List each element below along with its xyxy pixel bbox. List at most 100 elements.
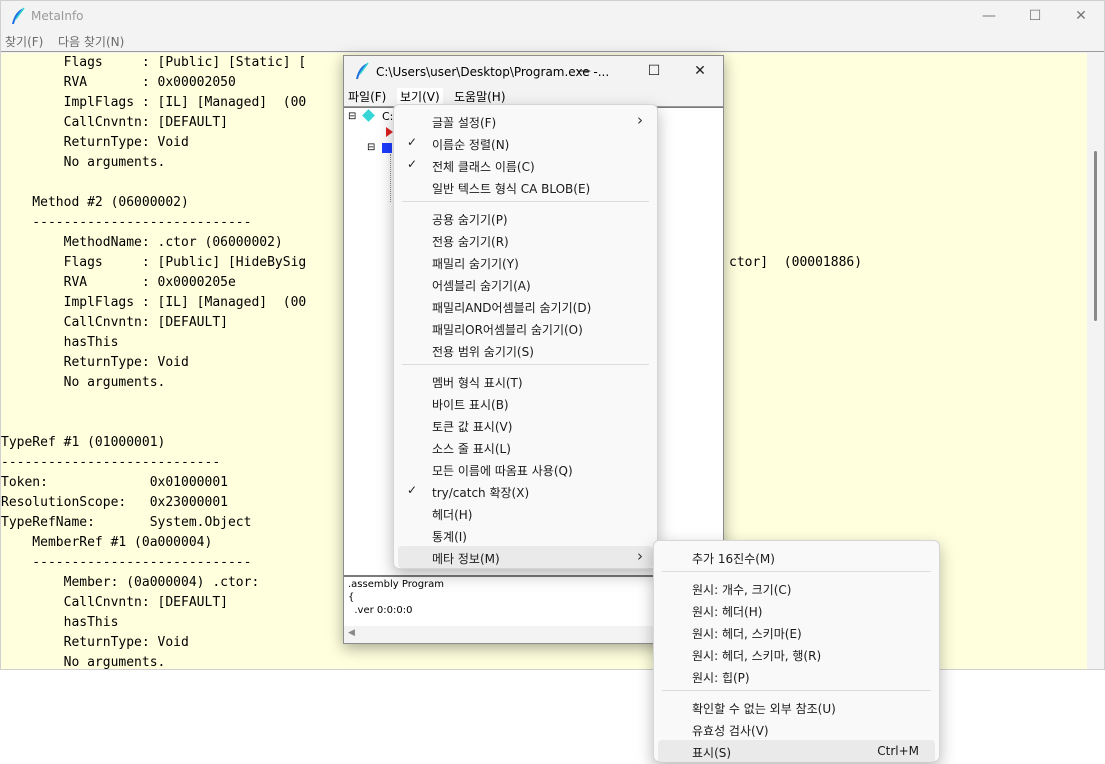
text-line: TypeRefName: System.Object <box>1 515 252 530</box>
menu-item-label: 공용 숨기기(P) <box>432 213 508 227</box>
meta-submenu-item-확인할-수-없는-외부-참조[interactable]: 확인할 수 없는 외부 참조(U) <box>658 696 935 718</box>
view-menu-item-어셈블리-숨기기[interactable]: 어셈블리 숨기기(A) <box>398 273 653 295</box>
minimize-button[interactable]: — <box>966 1 1012 31</box>
menu-help[interactable]: 도움말(H) <box>454 88 506 105</box>
menu-item-label: 토큰 값 표시(V) <box>432 420 513 434</box>
menu-item-label: 멤버 형식 표시(T) <box>432 376 523 390</box>
text-line: ---------------------------- <box>1 455 221 470</box>
view-menu-item-패밀리or어셈블리-숨기기[interactable]: 패밀리OR어셈블리 숨기기(O) <box>398 317 653 339</box>
text-line: CallCnvntn: [DEFAULT] <box>1 115 228 130</box>
text-line: No arguments. <box>1 375 166 390</box>
menu-separator <box>662 571 931 572</box>
ildasm-titlebar[interactable]: C:\Users\user\Desktop\Program.exe -... —… <box>344 56 723 86</box>
scrollbar-thumb[interactable] <box>1094 151 1097 321</box>
menu-item-label: 원시: 헤더(H) <box>692 605 763 619</box>
expand-toggle-icon[interactable]: ⊟ <box>367 142 375 153</box>
menu-item-label: try/catch 확장(X) <box>432 486 530 500</box>
view-menu-item-패밀리-숨기기[interactable]: 패밀리 숨기기(Y) <box>398 251 653 273</box>
text-line: Flags : [Public] [HideBySig <box>1 255 307 270</box>
view-menu-item-멤버-형식-표시[interactable]: 멤버 형식 표시(T) <box>398 370 653 392</box>
menu-find-next[interactable]: 다음 찾기(N) <box>58 33 124 50</box>
namespace-icon <box>382 143 392 153</box>
view-menu-item-모든-이름에-따옴표-사용[interactable]: 모든 이름에 따옴표 사용(Q) <box>398 458 653 480</box>
menu-item-label: 통계(I) <box>432 530 467 544</box>
text-line-fragment: ctor] (00001886) <box>729 255 863 270</box>
text-line: Member: (0a000004) .ctor: <box>1 575 260 590</box>
view-menu-item-전용-숨기기[interactable]: 전용 숨기기(R) <box>398 229 653 251</box>
meta-submenu-item-원시-헤더[interactable]: 원시: 헤더(H) <box>658 599 935 621</box>
menu-item-label: 전체 클래스 이름(C) <box>432 160 535 174</box>
close-button[interactable]: ✕ <box>677 56 723 86</box>
menu-separator <box>402 201 649 202</box>
vertical-scrollbar[interactable] <box>1087 53 1104 669</box>
checkmark-icon: ✓ <box>407 483 418 497</box>
meta-submenu-item-유효성-검사[interactable]: 유효성 검사(V) <box>658 718 935 740</box>
view-menu-item-바이트-표시[interactable]: 바이트 표시(B) <box>398 392 653 414</box>
feather-app-icon <box>356 62 369 79</box>
menu-item-label: 패밀리AND어셈블리 숨기기(D) <box>432 301 592 315</box>
assembly-diamond-icon <box>362 109 375 122</box>
output-line: { <box>348 592 355 603</box>
menu-item-label: 이름순 정렬(N) <box>432 138 510 152</box>
text-line: No arguments. <box>1 655 166 669</box>
menu-file[interactable]: 파일(F) <box>348 88 386 105</box>
text-line: ---------------------------- <box>1 555 252 570</box>
view-menu-item-전용-범위-숨기기[interactable]: 전용 범위 숨기기(S) <box>398 339 653 361</box>
text-line: ReturnType: Void <box>1 135 189 150</box>
text-line: MethodName: .ctor (06000002) <box>1 235 283 250</box>
view-menu-item-토큰-값-표시[interactable]: 토큰 값 표시(V) <box>398 414 653 436</box>
menu-item-label: 메타 정보(M) <box>432 552 500 566</box>
minimize-button[interactable]: — <box>561 56 607 86</box>
text-line: RVA : 0x0000205e <box>1 275 236 290</box>
output-line: .assembly Program <box>348 579 445 590</box>
view-menu-item-전체-클래스-이름[interactable]: ✓ 전체 클래스 이름(C) <box>398 154 653 176</box>
maximize-button[interactable]: ☐ <box>631 56 677 86</box>
text-line: ReturnType: Void <box>1 355 189 370</box>
metainfo-menubar: 찾기(F) 다음 찾기(N) <box>1 31 1104 52</box>
menu-item-label: 원시: 헤더, 스키마, 행(R) <box>692 649 822 663</box>
menu-item-label: 모든 이름에 따옴표 사용(Q) <box>432 464 573 478</box>
text-line: CallCnvntn: [DEFAULT] <box>1 595 228 610</box>
scroll-left-icon[interactable]: ◀ <box>348 628 355 638</box>
meta-submenu-item-원시-힙[interactable]: 원시: 힙(P) <box>658 665 935 687</box>
text-line: ---------------------------- <box>1 215 252 230</box>
menu-view[interactable]: 보기(V) <box>397 88 443 105</box>
view-menu-item-헤더[interactable]: 헤더(H) <box>398 502 653 524</box>
view-menu: 글꼴 설정(F) › ✓ 이름순 정렬(N) ✓ 전체 클래스 이름(C) 일반 텍스트 형… <box>393 104 658 569</box>
menu-item-label: 표시(S) <box>692 746 732 760</box>
view-menu-item-패밀리and어셈블리-숨기기[interactable]: 패밀리AND어셈블리 숨기기(D) <box>398 295 653 317</box>
text-line: Flags : [Public] [Static] [ <box>1 55 307 70</box>
tree-root-label[interactable]: C: <box>382 110 393 123</box>
text-line: No arguments. <box>1 155 166 170</box>
menu-item-label: 패밀리 숨기기(Y) <box>432 257 519 271</box>
close-button[interactable]: ✕ <box>1058 1 1104 31</box>
view-menu-item-공용-숨기기[interactable]: 공용 숨기기(P) <box>398 207 653 229</box>
menu-shortcut: Ctrl+M <box>877 744 919 758</box>
meta-submenu-item-원시-헤더-스키마[interactable]: 원시: 헤더, 스키마(E) <box>658 621 935 643</box>
view-menu-item-메타-정보[interactable]: 메타 정보(M) › <box>398 546 653 568</box>
view-menu-item-일반-텍스트-형식-ca-blob[interactable]: 일반 텍스트 형식 CA BLOB(E) <box>398 176 653 198</box>
meta-submenu-item-원시-헤더-스키마-행[interactable]: 원시: 헤더, 스키마, 행(R) <box>658 643 935 665</box>
checkmark-icon: ✓ <box>407 135 418 149</box>
maximize-button[interactable]: ☐ <box>1012 1 1058 31</box>
view-menu-item-글꼴-설정[interactable]: 글꼴 설정(F) › <box>398 110 653 132</box>
menu-item-label: 패밀리OR어셈블리 숨기기(O) <box>432 323 583 337</box>
submenu-arrow-icon: › <box>637 547 643 565</box>
output-line: .ver 0:0:0:0 <box>348 605 413 616</box>
metainfo-titlebar[interactable]: MetaInfo — ☐ ✕ <box>1 1 1104 31</box>
expand-toggle-icon[interactable]: ⊟ <box>348 111 356 122</box>
view-menu-item-이름순-정렬[interactable]: ✓ 이름순 정렬(N) <box>398 132 653 154</box>
view-menu-item-소스-줄-표시[interactable]: 소스 줄 표시(L) <box>398 436 653 458</box>
menu-find[interactable]: 찾기(F) <box>5 33 43 50</box>
view-menu-item-통계[interactable]: 통계(I) <box>398 524 653 546</box>
text-line: ResolutionScope: 0x23000001 <box>1 495 228 510</box>
meta-submenu-item-원시-개수-크기[interactable]: 원시: 개수, 크기(C) <box>658 577 935 599</box>
text-line: Method #2 (06000002) <box>1 195 189 210</box>
meta-submenu-item-추가-16진수[interactable]: 추가 16진수(M) <box>658 546 935 568</box>
menu-item-label: 어셈블리 숨기기(A) <box>432 279 531 293</box>
meta-submenu-item-표시[interactable]: 표시(S) Ctrl+M <box>658 740 935 762</box>
view-menu-item-try-catch-확장[interactable]: ✓ try/catch 확장(X) <box>398 480 653 502</box>
text-line: TypeRef #1 (01000001) <box>1 435 166 450</box>
menu-item-label: 헤더(H) <box>432 508 473 522</box>
menu-item-label: 원시: 힙(P) <box>692 671 750 685</box>
